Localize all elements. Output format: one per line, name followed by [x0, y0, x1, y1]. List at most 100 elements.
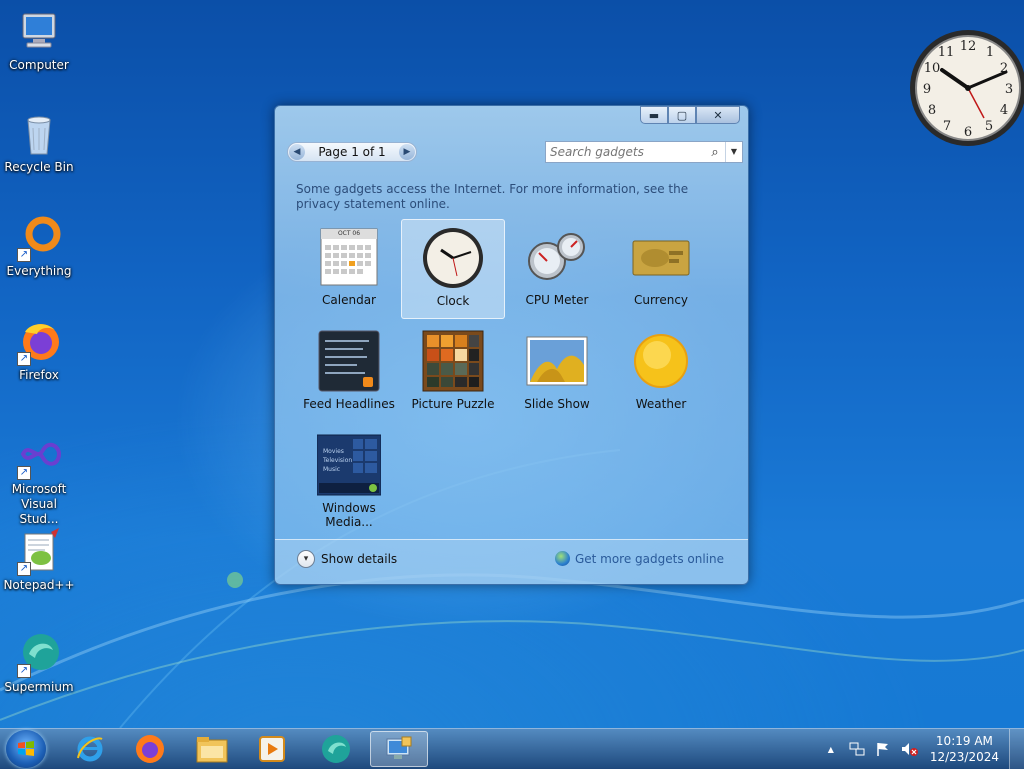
supermium-icon: ↗: [15, 630, 63, 678]
gadget-label: CPU Meter: [525, 293, 589, 307]
desktop-clock-gadget[interactable]: 12 1 2 3 4 5 6 7 8 9 10 11: [906, 26, 1024, 150]
start-button[interactable]: [6, 730, 46, 768]
taskbar-media-player[interactable]: [246, 731, 298, 767]
desktop-icon-recycle-bin[interactable]: Recycle Bin: [2, 110, 76, 175]
media-thumb-line: Music: [323, 466, 341, 473]
taskbar-internet-explorer[interactable]: [64, 731, 116, 767]
desktop-icon-label: Notepad++: [3, 578, 75, 592]
clock-numeral: 5: [985, 119, 993, 134]
everything-icon: ↗: [15, 214, 63, 262]
gadget-label: Clock: [436, 294, 470, 308]
action-center-flag-icon[interactable]: [874, 740, 892, 758]
get-more-gadgets-label: Get more gadgets online: [574, 551, 724, 566]
gadget-slide-show[interactable]: Slide Show: [505, 323, 609, 423]
windows-logo-icon: [18, 741, 34, 756]
gallery-footer: ▾ Show details Get more gadgets online: [275, 539, 748, 584]
maximize-button[interactable]: ▢: [668, 106, 696, 124]
shortcut-arrow-icon: ↗: [17, 248, 31, 262]
show-desktop-button[interactable]: [1009, 729, 1024, 769]
close-button[interactable]: ✕: [696, 106, 740, 124]
shortcut-arrow-icon: ↗: [17, 562, 31, 576]
weather-gadget-icon: [629, 329, 693, 393]
gadgets-icon: [386, 736, 412, 759]
gadget-label: Weather: [635, 397, 687, 411]
taskbar-supermium[interactable]: [310, 731, 362, 767]
show-details-toggle[interactable]: ▾ Show details: [297, 550, 397, 568]
show-hidden-icons-button[interactable]: ▲: [822, 740, 840, 758]
clock-numeral: 8: [928, 103, 936, 118]
cpu-meter-gadget-icon: [525, 225, 589, 289]
taskbar-firefox[interactable]: [124, 731, 176, 767]
gadget-weather[interactable]: Weather: [609, 323, 713, 423]
desktop-icon-label: Microsoft Visual Stud...: [11, 482, 67, 526]
clock-numeral: 7: [943, 119, 951, 134]
currency-gadget-icon: [629, 225, 693, 289]
taskbar-clock[interactable]: 10:19 AM 12/23/2024: [930, 733, 999, 765]
shortcut-arrow-icon: ↗: [17, 466, 31, 480]
file-explorer-icon: [196, 737, 228, 763]
computer-icon: [15, 8, 63, 56]
desktop-icon-supermium[interactable]: ↗ Supermium: [2, 630, 76, 695]
window-controls: ▬ ▢ ✕: [640, 106, 740, 124]
internet-explorer-icon: [77, 736, 103, 762]
taskbar-date: 12/23/2024: [929, 750, 999, 764]
taskbar-time: 10:19 AM: [935, 734, 993, 748]
system-tray: ▲ 10:19 AM 12/23/2024: [818, 729, 1024, 769]
desktop-icon-label: Firefox: [19, 368, 59, 382]
clock-numeral: 11: [938, 45, 955, 60]
search-input[interactable]: [546, 145, 705, 159]
gadget-feed-headlines[interactable]: Feed Headlines: [297, 323, 401, 423]
gadget-label: Slide Show: [524, 397, 590, 411]
shortcut-arrow-icon: ↗: [17, 664, 31, 678]
shortcut-arrow-icon: ↗: [17, 352, 31, 366]
gadget-currency[interactable]: Currency: [609, 219, 713, 319]
gadget-cpu-meter[interactable]: CPU Meter: [505, 219, 609, 319]
gadget-clock[interactable]: Clock: [401, 219, 505, 319]
desktop-icon-label: Supermium: [4, 680, 74, 694]
clock-numeral: 10: [924, 61, 941, 76]
desktop-icon-computer[interactable]: Computer: [2, 8, 76, 73]
gadget-label: Currency: [633, 293, 689, 307]
previous-page-button[interactable]: ◀: [289, 144, 305, 160]
desktop-icon-label: Everything: [6, 264, 72, 278]
taskbar-file-explorer[interactable]: [186, 731, 238, 767]
privacy-info-text: Some gadgets access the Internet. For mo…: [296, 182, 689, 211]
calendar-thumb-text: OCT 06: [337, 230, 361, 237]
next-page-button[interactable]: ▶: [399, 144, 415, 160]
gadget-label: Picture Puzzle: [411, 397, 495, 411]
firefox-icon: [136, 735, 164, 763]
clock-numeral: 6: [964, 125, 972, 140]
search-icon[interactable]: ⌕: [705, 145, 725, 160]
network-icon[interactable]: [848, 740, 866, 758]
gadget-label: Feed Headlines: [303, 397, 395, 411]
gadget-windows-media[interactable]: Movies Television Music Windows Media...: [297, 427, 401, 529]
desktop-icon-firefox[interactable]: ↗ Firefox: [2, 318, 76, 383]
picture-puzzle-gadget-icon: [421, 329, 485, 393]
desktop-icon-visual-studio[interactable]: ↗ Microsoft Visual Stud...: [2, 432, 76, 527]
feed-headlines-gadget-icon: [317, 329, 381, 393]
clock-numeral: 9: [923, 82, 931, 97]
search-dropdown-button[interactable]: ▼: [725, 142, 742, 162]
gadget-label: Windows Media...: [322, 501, 376, 529]
clock-numeral: 4: [1000, 103, 1008, 118]
get-more-gadgets-link[interactable]: Get more gadgets online: [554, 551, 724, 566]
slide-show-gadget-icon: [525, 329, 589, 393]
firefox-icon: ↗: [15, 318, 63, 366]
search-box: ⌕ ▼: [545, 141, 743, 163]
gadget-calendar[interactable]: OCT 06 Calendar: [297, 219, 401, 319]
gadget-gallery-window: ▬ ▢ ✕ ◀ Page 1 of 1 ▶ ⌕ ▼ Some gadgets a…: [274, 105, 749, 585]
desktop-icon-label: Recycle Bin: [4, 160, 74, 174]
visual-studio-icon: ↗: [15, 432, 63, 480]
taskbar: ▲ 10:19 AM 12/23/2024: [0, 728, 1024, 769]
notepad-plus-plus-icon: ↗: [15, 528, 63, 576]
volume-muted-icon[interactable]: [900, 740, 918, 758]
supermium-icon: [322, 735, 350, 763]
minimize-button[interactable]: ▬: [640, 106, 668, 124]
clock-numeral: 3: [1005, 82, 1013, 97]
desktop-icon-notepad-plus-plus[interactable]: ↗ Notepad++: [2, 528, 76, 593]
taskbar-gadgets[interactable]: [370, 731, 428, 767]
desktop-icon-everything[interactable]: ↗ Everything: [2, 214, 76, 279]
gadget-picture-puzzle[interactable]: Picture Puzzle: [401, 323, 505, 423]
media-thumb-line: Movies: [323, 448, 344, 455]
page-navigator: ◀ Page 1 of 1 ▶: [287, 142, 417, 162]
